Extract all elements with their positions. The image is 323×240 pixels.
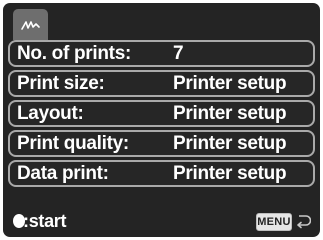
menu-row-value: Printer setup xyxy=(173,163,287,184)
tab-print-settings[interactable] xyxy=(13,9,48,40)
signature-scribble-icon xyxy=(20,20,40,30)
menu-row-print-size[interactable]: Print size: Printer setup xyxy=(8,70,315,97)
menu-row-value: Printer setup xyxy=(173,133,287,154)
menu-row-value: Printer setup xyxy=(173,103,287,124)
print-settings-menu: No. of prints: 7 Print size: Printer set… xyxy=(8,40,315,187)
menu-row-label: Layout: xyxy=(17,103,84,124)
start-hint-label: :start xyxy=(23,211,67,231)
menu-row-data-print[interactable]: Data print: Printer setup xyxy=(8,160,315,187)
camera-lcd-screen: No. of prints: 7 Print size: Printer set… xyxy=(3,3,320,237)
menu-row-label: Print size: xyxy=(17,73,105,94)
footer-hint-bar: :start MENU xyxy=(3,206,320,237)
menu-tab-bar xyxy=(8,6,315,40)
menu-row-print-quality[interactable]: Print quality: Printer setup xyxy=(8,130,315,157)
menu-row-value: 7 xyxy=(173,43,184,64)
menu-row-number-of-prints[interactable]: No. of prints: 7 xyxy=(8,40,315,67)
menu-row-label: Print quality: xyxy=(17,133,129,154)
return-arrow-icon xyxy=(297,215,311,229)
menu-row-value: Printer setup xyxy=(173,73,287,94)
menu-key-icon: MENU xyxy=(256,213,292,231)
menu-row-label: Data print: xyxy=(17,163,109,184)
menu-row-layout[interactable]: Layout: Printer setup xyxy=(8,100,315,127)
menu-row-label: No. of prints: xyxy=(17,43,132,64)
